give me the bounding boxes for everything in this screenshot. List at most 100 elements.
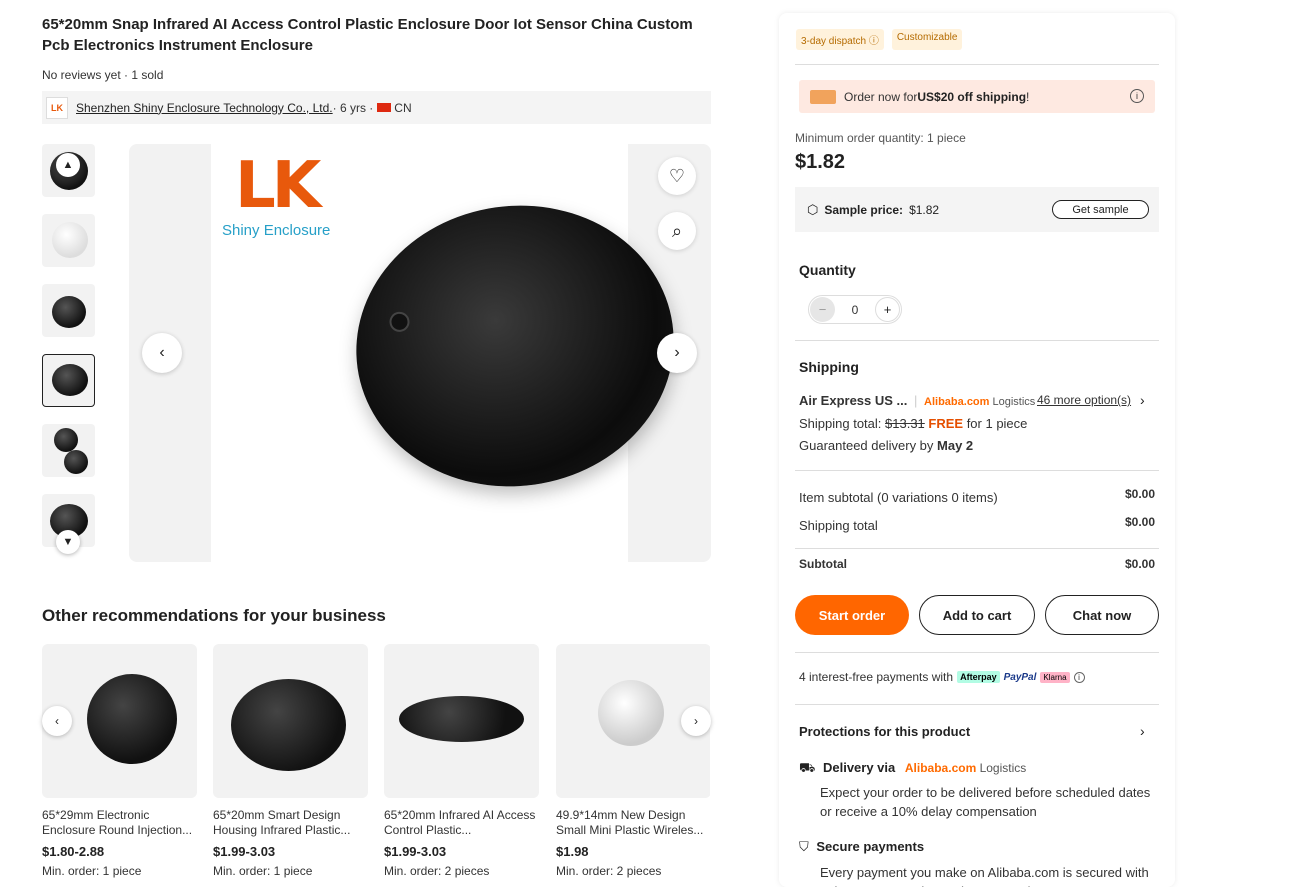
- rec-prev-button[interactable]: ‹: [42, 706, 72, 736]
- min-order-quantity: Minimum order quantity: 1 piece: [795, 131, 966, 145]
- rec-name: 49.9*14mm New Design Small Mini Plastic …: [556, 808, 704, 837]
- delivery-date: May 2: [937, 438, 974, 453]
- prev-image-button[interactable]: ‹: [142, 333, 182, 373]
- shipping-method-name: Air Express US ...: [799, 393, 908, 408]
- alibaba-brand: Alibaba.com: [924, 396, 990, 408]
- truck-icon: ⛟: [799, 760, 816, 775]
- rec-name: 65*29mm Electronic Enclosure Round Injec…: [42, 808, 193, 837]
- customizable-tag: Customizable: [891, 29, 963, 50]
- divider: [795, 704, 1159, 705]
- promo-suffix: !: [1026, 89, 1030, 104]
- promo-prefix: Order now for: [844, 89, 918, 104]
- add-to-cart-button[interactable]: Add to cart: [919, 595, 1035, 635]
- quantity-stepper: − 0 +: [808, 295, 902, 324]
- secure-payments: ⛉ Secure payments: [799, 839, 924, 855]
- rec-name: 65*20mm Smart Design Housing Infrared Pl…: [213, 808, 351, 837]
- alibaba-brand: Alibaba.com: [904, 761, 977, 775]
- truck-icon: [810, 89, 836, 104]
- shipping-total-row-label: Shipping total: [799, 518, 878, 533]
- klarna-logo: Klarna: [1040, 671, 1070, 683]
- thumbnail-down-arrow[interactable]: ▼: [56, 530, 80, 554]
- delivery-protection: ⛟ Delivery via Alibaba.com Logistics: [799, 760, 1026, 778]
- supplier-name-link[interactable]: Shenzhen Shiny Enclosure Technology Co.,…: [76, 101, 333, 115]
- rec-name: 65*20mm Infrared AI Access Control Plast…: [384, 808, 536, 837]
- thumbnail-up-arrow[interactable]: ▲: [56, 153, 80, 177]
- alibaba-logistics-logo: Alibaba.com Logistics: [905, 761, 1026, 775]
- divider: [795, 548, 1159, 549]
- shipping-promo-banner: Order now for US$20 off shipping! i: [799, 80, 1155, 113]
- paypal-logo: PayPal: [1003, 671, 1037, 683]
- main-product-image: LK Shiny Enclosure: [129, 144, 711, 562]
- shipping-old-price: $13.31: [885, 416, 925, 431]
- thumbnail-5[interactable]: [42, 424, 95, 477]
- logistics-text: Logistics: [976, 761, 1027, 775]
- shipping-total-row: Shipping total $0.00: [799, 515, 1155, 533]
- thumbnail-2[interactable]: [42, 214, 95, 267]
- chevron-right-icon[interactable]: ›: [1140, 392, 1145, 408]
- dispatch-tag[interactable]: 3-day dispatch ⓘ: [796, 29, 884, 50]
- increase-button[interactable]: +: [875, 297, 900, 322]
- thumbnail-4[interactable]: [42, 354, 95, 407]
- thumbnail-3[interactable]: [42, 284, 95, 337]
- secure-payments-label: Secure payments: [816, 839, 925, 854]
- info-icon[interactable]: i: [1130, 89, 1144, 103]
- rec-moq: Min. order: 2 pieces: [384, 864, 490, 878]
- rec-price: $1.80-2.88: [42, 844, 105, 859]
- shipping-total-line: Shipping total: $13.31 FREE for 1 piece: [799, 416, 1027, 431]
- shield-icon: ⛉: [799, 839, 809, 854]
- delivery-protection-desc: Expect your order to be delivered before…: [820, 785, 1151, 819]
- secure-payments-desc: Every payment you make on Alibaba.com is…: [820, 865, 1149, 887]
- shipping-heading: Shipping: [799, 359, 859, 375]
- item-subtotal-label: Item subtotal (0 variations 0 items): [799, 490, 998, 505]
- recommendations-title: Other recommendations for your business: [42, 606, 386, 625]
- decrease-button[interactable]: −: [810, 297, 835, 322]
- package-icon: ⬡: [807, 201, 819, 217]
- guaranteed-delivery: Guaranteed delivery by May 2: [799, 438, 973, 453]
- product-photo: [338, 185, 692, 507]
- chat-now-button[interactable]: Chat now: [1045, 595, 1159, 635]
- delivery-via-label: Delivery via: [822, 760, 896, 775]
- tag-row: 3-day dispatch ⓘ Customizable: [796, 29, 963, 50]
- heart-icon[interactable]: ♡: [658, 157, 696, 195]
- recommendation-card[interactable]: 65*29mm Electronic Enclosure Round Injec…: [42, 644, 197, 878]
- item-subtotal-value: $0.00: [1124, 487, 1155, 501]
- sample-label: Sample price:: [824, 202, 904, 217]
- rec-moq: Min. order: 2 pieces: [556, 864, 662, 878]
- supplier-bar: LK Shenzhen Shiny Enclosure Technology C…: [42, 91, 711, 124]
- quantity-value[interactable]: 0: [852, 303, 859, 317]
- shipping-method[interactable]: Air Express US ... | Alibaba.com Logisti…: [799, 393, 1035, 408]
- subtotal-value: $0.00: [1124, 557, 1155, 571]
- more-options-link[interactable]: 46 more option(s): [1037, 393, 1131, 407]
- supplier-logo[interactable]: LK: [46, 96, 68, 119]
- start-order-button[interactable]: Start order: [795, 595, 909, 635]
- rec-price: $1.99-3.03: [213, 844, 276, 859]
- subtotal-row: Subtotal $0.00: [799, 557, 1155, 571]
- recommendation-card[interactable]: 49.9*14mm New Design Small Mini Plastic …: [556, 644, 710, 878]
- rec-price: $1.98: [556, 844, 589, 859]
- divider: [795, 64, 1159, 65]
- review-sold-meta: No reviews yet · 1 sold: [42, 68, 164, 82]
- shipping-total-suffix: for 1 piece: [963, 416, 1028, 431]
- alibaba-logistics-logo: Alibaba.com Logistics: [924, 396, 1035, 408]
- promo-amount: US$20 off shipping: [917, 89, 1027, 104]
- brand-watermark-text: Shiny Enclosure: [222, 222, 331, 239]
- next-image-button[interactable]: ›: [657, 333, 697, 373]
- sample-price-bar: ⬡ Sample price: $1.82 Get sample: [795, 187, 1159, 232]
- supplier-years: · 6 yrs ·: [332, 100, 374, 115]
- divider: [795, 652, 1159, 653]
- info-icon[interactable]: i: [1073, 671, 1085, 683]
- get-sample-button[interactable]: Get sample: [1052, 200, 1149, 219]
- brand-logo: LK: [235, 149, 321, 223]
- chevron-right-icon[interactable]: ›: [1140, 723, 1145, 739]
- supplier-country: CN: [394, 100, 412, 115]
- rec-next-button[interactable]: ›: [681, 706, 711, 736]
- rec-moq: Min. order: 1 piece: [42, 864, 142, 878]
- payment-options: 4 interest-free payments with Afterpay P…: [799, 670, 1085, 684]
- protections-heading[interactable]: Protections for this product: [799, 724, 970, 739]
- rec-moq: Min. order: 1 piece: [213, 864, 313, 878]
- recommendation-card[interactable]: 65*20mm Infrared AI Access Control Plast…: [384, 644, 539, 878]
- recommendation-card[interactable]: 65*20mm Smart Design Housing Infrared Pl…: [213, 644, 368, 878]
- thumbnail-strip: [42, 144, 95, 564]
- item-subtotal-row: Item subtotal (0 variations 0 items) $0.…: [799, 487, 1155, 505]
- image-search-icon[interactable]: ⌕: [658, 212, 696, 250]
